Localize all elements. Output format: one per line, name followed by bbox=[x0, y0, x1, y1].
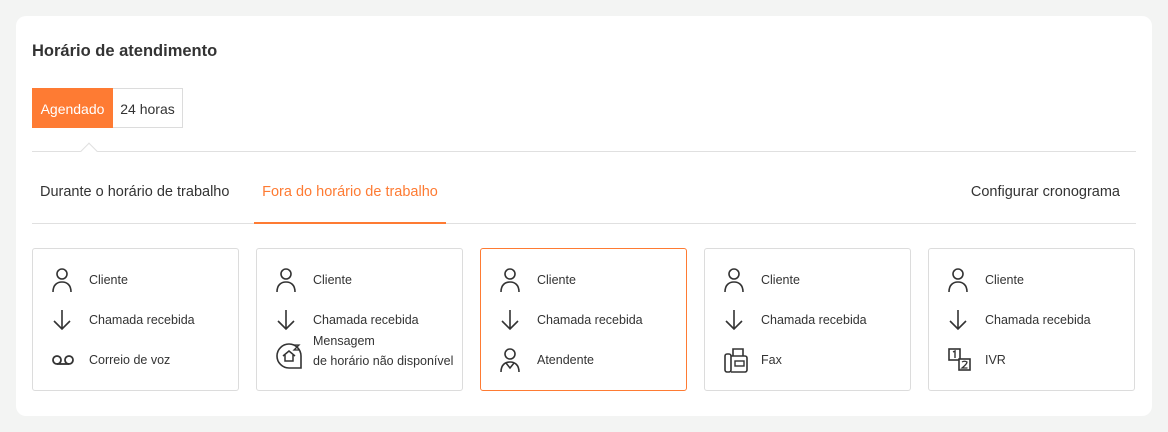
step-label-line1: Mensagem bbox=[313, 334, 375, 348]
mode-24h-button[interactable]: 24 horas bbox=[113, 88, 183, 128]
person-icon bbox=[275, 267, 303, 293]
step-label: Correio de voz bbox=[89, 353, 171, 367]
home-message-icon bbox=[275, 343, 303, 369]
toggle-pointer bbox=[80, 142, 98, 160]
step-label: Chamada recebida bbox=[761, 313, 867, 327]
person-icon bbox=[947, 267, 975, 293]
flow-step-destination: Fax bbox=[723, 347, 782, 373]
step-label: Fax bbox=[761, 353, 782, 367]
configure-schedule-link[interactable]: Configurar cronograma bbox=[971, 168, 1120, 224]
flow-step-incoming-call: Chamada recebida bbox=[499, 307, 643, 333]
arrow-down-icon bbox=[723, 307, 751, 333]
arrow-down-icon bbox=[499, 307, 527, 333]
divider bbox=[32, 151, 1136, 152]
step-label-line2: de horário não disponível bbox=[313, 354, 454, 368]
step-label: Cliente bbox=[761, 273, 800, 287]
step-label: Chamada recebida bbox=[537, 313, 643, 327]
arrow-down-icon bbox=[275, 307, 303, 333]
flow-step-customer: Cliente bbox=[51, 267, 128, 293]
flow-step-incoming-call: Chamada recebida bbox=[723, 307, 867, 333]
ivr-icon bbox=[947, 347, 975, 373]
flow-step-incoming-call: Chamada recebida bbox=[947, 307, 1091, 333]
arrow-down-icon bbox=[51, 307, 79, 333]
step-label: IVR bbox=[985, 353, 1006, 367]
step-label: Cliente bbox=[313, 273, 352, 287]
routing-card-fax[interactable]: Cliente Chamada recebida Fax bbox=[704, 248, 911, 391]
step-label: Cliente bbox=[537, 273, 576, 287]
flow-step-incoming-call: Chamada recebida bbox=[51, 307, 195, 333]
routing-options: Cliente Chamada recebida Correio de voz bbox=[32, 248, 1135, 391]
flow-step-destination: Correio de voz bbox=[51, 347, 170, 373]
flow-step-customer: Cliente bbox=[723, 267, 800, 293]
flow-step-incoming-call: Chamada recebida bbox=[275, 307, 419, 333]
flow-step-destination: IVR bbox=[947, 347, 1006, 373]
flow-step-customer: Cliente bbox=[275, 267, 352, 293]
step-label: Cliente bbox=[985, 273, 1024, 287]
schedule-mode-toggle: Agendado 24 horas bbox=[32, 88, 183, 128]
step-label: Cliente bbox=[89, 273, 128, 287]
person-icon bbox=[51, 267, 79, 293]
fax-icon bbox=[723, 347, 751, 373]
flow-step-destination: Atendente bbox=[499, 347, 594, 373]
step-label: Chamada recebida bbox=[985, 313, 1091, 327]
routing-card-agent[interactable]: Cliente Chamada recebida Atendente bbox=[480, 248, 687, 391]
voicemail-icon bbox=[51, 347, 79, 373]
routing-card-ivr[interactable]: Cliente Chamada recebida IVR bbox=[928, 248, 1135, 391]
routing-card-voicemail[interactable]: Cliente Chamada recebida Correio de voz bbox=[32, 248, 239, 391]
mode-scheduled-button[interactable]: Agendado bbox=[32, 88, 113, 128]
arrow-down-icon bbox=[947, 307, 975, 333]
step-label-multiline: Mensagem de horário não disponível bbox=[313, 331, 453, 371]
flow-step-customer: Cliente bbox=[947, 267, 1024, 293]
person-icon bbox=[723, 267, 751, 293]
tab-during-work-hours[interactable]: Durante o horário de trabalho bbox=[40, 168, 229, 224]
person-icon bbox=[499, 267, 527, 293]
step-label: Chamada recebida bbox=[89, 313, 195, 327]
page-title: Horário de atendimento bbox=[32, 42, 218, 60]
agent-icon bbox=[499, 347, 527, 373]
business-hours-panel: Horário de atendimento Agendado 24 horas… bbox=[16, 16, 1152, 416]
step-label: Atendente bbox=[537, 353, 594, 367]
step-label: Chamada recebida bbox=[313, 313, 419, 327]
tab-outside-work-hours[interactable]: Fora do horário de trabalho bbox=[254, 168, 446, 224]
flow-step-destination: Mensagem de horário não disponível bbox=[275, 334, 453, 371]
hours-tabs: Durante o horário de trabalho Fora do ho… bbox=[32, 168, 1136, 224]
routing-card-unavailable-message[interactable]: Cliente Chamada recebida Mensagem de hor… bbox=[256, 248, 463, 391]
flow-step-customer: Cliente bbox=[499, 267, 576, 293]
